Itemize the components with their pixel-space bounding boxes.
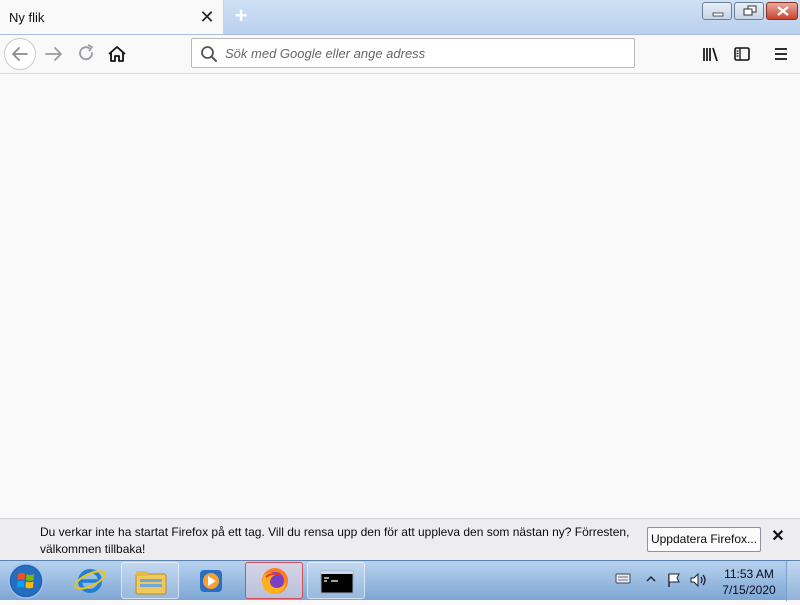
restore-button[interactable] bbox=[734, 2, 764, 20]
refresh-notification-bar: Du verkar inte ha startat Firefox på ett… bbox=[0, 518, 800, 560]
back-button[interactable] bbox=[4, 38, 36, 70]
show-hidden-icons-icon[interactable] bbox=[645, 572, 657, 586]
navigation-toolbar bbox=[0, 35, 800, 74]
library-button[interactable] bbox=[695, 38, 727, 70]
action-center-flag-icon[interactable] bbox=[666, 572, 682, 588]
restore-icon bbox=[743, 5, 757, 16]
reload-button[interactable] bbox=[70, 38, 102, 70]
tab-new-tab[interactable]: Ny flik ✕ bbox=[0, 0, 224, 34]
taskbar-media-player[interactable] bbox=[183, 562, 241, 599]
command-prompt-icon bbox=[320, 570, 354, 594]
taskbar-internet-explorer[interactable] bbox=[61, 562, 119, 599]
forward-button[interactable] bbox=[38, 38, 70, 70]
refresh-firefox-button[interactable]: Uppdatera Firefox... bbox=[647, 527, 761, 552]
forward-arrow-icon bbox=[45, 47, 62, 61]
new-tab-icon[interactable]: + bbox=[230, 5, 252, 27]
back-arrow-icon bbox=[12, 47, 28, 61]
close-window-icon bbox=[777, 6, 789, 16]
address-bar[interactable] bbox=[191, 38, 635, 68]
library-icon bbox=[703, 47, 718, 62]
clock-time: 11:53 AM bbox=[724, 567, 774, 581]
sidebar-icon bbox=[734, 47, 750, 61]
menu-icon bbox=[775, 48, 787, 60]
firefox-icon bbox=[262, 568, 288, 594]
notification-message: Du verkar inte ha startat Firefox på ett… bbox=[40, 525, 630, 556]
taskbar-firefox[interactable] bbox=[245, 562, 303, 599]
taskbar-command-prompt[interactable] bbox=[307, 562, 365, 599]
clock-date: 7/15/2020 bbox=[722, 583, 776, 597]
menu-button[interactable] bbox=[765, 38, 797, 70]
home-button[interactable] bbox=[101, 38, 133, 70]
internet-explorer-icon bbox=[74, 569, 106, 593]
reload-icon bbox=[79, 44, 93, 61]
taskbar-file-explorer[interactable] bbox=[121, 562, 179, 599]
keyboard-icon[interactable] bbox=[615, 572, 631, 586]
search-icon bbox=[201, 46, 217, 62]
search-input[interactable] bbox=[225, 43, 625, 63]
minimize-button[interactable] bbox=[702, 2, 732, 20]
folder-icon bbox=[135, 571, 167, 595]
notification-close-icon[interactable]: ✕ bbox=[770, 529, 786, 545]
taskbar: 11:53 AM 7/15/2020 bbox=[0, 560, 800, 601]
sidebar-button[interactable] bbox=[726, 38, 758, 70]
home-icon bbox=[108, 46, 126, 62]
media-player-icon bbox=[200, 570, 222, 592]
start-button[interactable] bbox=[4, 562, 48, 600]
close-window-button[interactable] bbox=[766, 2, 798, 20]
windows-logo-icon bbox=[8, 563, 44, 599]
volume-icon[interactable] bbox=[689, 572, 709, 588]
show-desktop-button[interactable] bbox=[786, 561, 800, 601]
tab-close-icon[interactable]: ✕ bbox=[198, 8, 216, 26]
system-clock[interactable]: 11:53 AM 7/15/2020 bbox=[716, 566, 782, 598]
minimize-icon bbox=[712, 12, 724, 17]
tab-title: Ny flik bbox=[9, 10, 45, 25]
page-content bbox=[0, 74, 800, 518]
tab-strip: Ny flik ✕ + bbox=[0, 0, 800, 35]
